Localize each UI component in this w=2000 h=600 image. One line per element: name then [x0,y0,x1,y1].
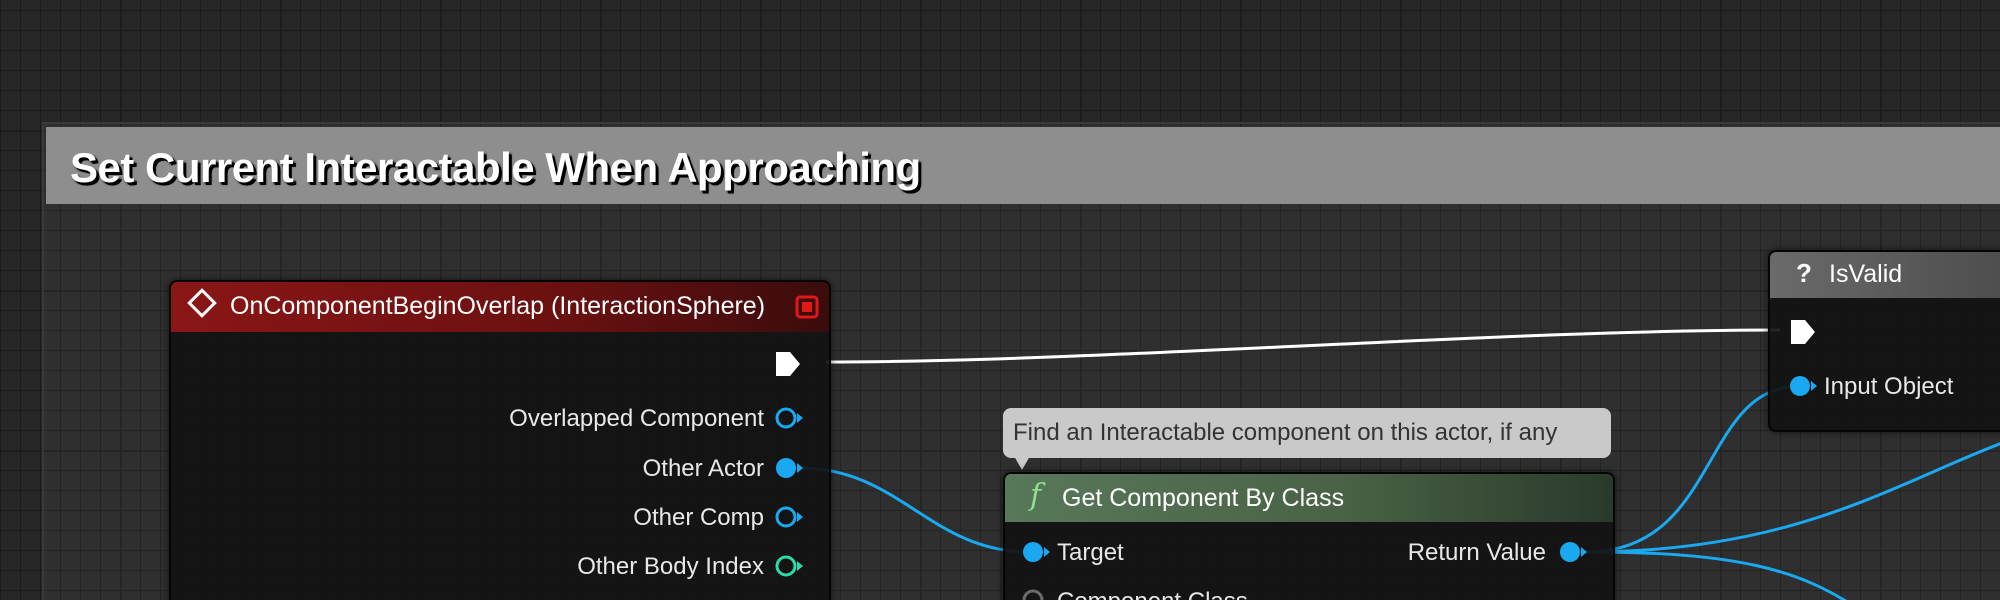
input-object-label: Input Object [1824,373,1954,400]
question-icon: ? [1796,258,1812,288]
target-label: Target [1057,539,1124,566]
function-node-title: Get Component By Class [1062,484,1345,512]
other-comp-label: Other Comp [633,504,764,531]
other-actor-to-target-wire [799,466,1031,554]
other-body-index-label: Other Body Index [577,553,764,580]
node-comment-arrow [1014,456,1030,470]
node-comment-text: Find an Interactable component on this a… [1013,419,1558,446]
function-icon: f [1030,478,1042,513]
component-class-label: Component Class [1057,588,1248,600]
return-value-wire-right-lower [1585,550,1848,600]
blueprint-graph-canvas[interactable]: Set Current Interactable When Approachin… [0,0,2000,600]
event-node-title: OnComponentBeginOverlap (InteractionSphe… [230,292,766,320]
other-actor-label: Other Actor [642,455,764,482]
overlapped-component-label: Overlapped Component [509,405,764,432]
isvalid-node-title: IsValid [1829,260,1903,288]
event-node[interactable] [169,280,831,600]
return-value-label: Return Value [1407,539,1546,566]
exec-wire [825,328,1781,364]
